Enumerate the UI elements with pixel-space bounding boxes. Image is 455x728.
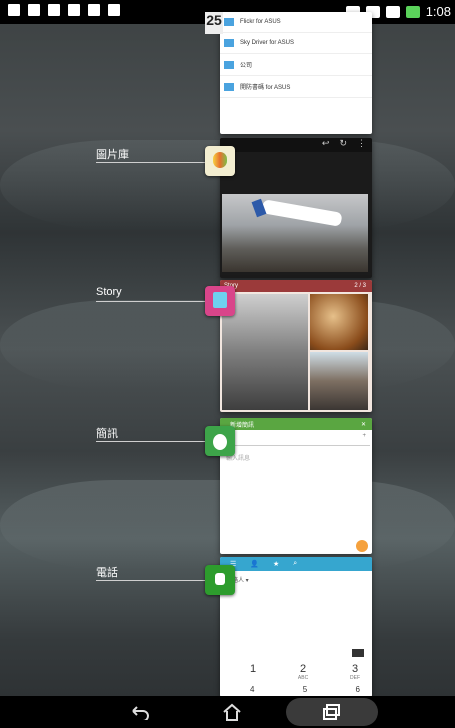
dial-key: 2 ABC — [297, 663, 309, 681]
app-label-story: Story — [96, 286, 122, 298]
chat-bubble-icon — [213, 434, 227, 450]
phone-app-icon[interactable] — [205, 565, 235, 595]
battery-icon — [405, 5, 420, 18]
phone-handset-icon — [215, 573, 225, 585]
messaging-header: 新增簡訊 ✕ — [220, 418, 372, 430]
dial-key: 3 DEF — [350, 663, 360, 681]
backspace-icon — [352, 649, 364, 657]
recipient-field: + — [222, 433, 370, 446]
navigation-bar — [0, 696, 455, 728]
status-left-icons — [8, 4, 120, 16]
balloon-icon — [213, 152, 227, 168]
recent-card-gallery[interactable]: ↩ ↻ ⋮ — [220, 138, 372, 278]
dialer-header: ☰ 👤 ★ ⌕ — [220, 557, 372, 571]
recent-card-messaging[interactable]: 新增簡訊 ✕ + 輸入訊息 — [220, 418, 372, 554]
gallery-toolbar: ↩ ↻ ⋮ — [220, 138, 372, 152]
back-button[interactable] — [126, 700, 154, 724]
list-item: Flickr for ASUS — [220, 12, 372, 33]
contacts-icon: 👤 — [250, 561, 259, 568]
gallery-app-icon[interactable] — [205, 146, 235, 176]
search-icon: ⌕ — [293, 560, 298, 567]
photo-icon — [213, 292, 227, 308]
add-icon: + — [362, 433, 366, 439]
street-photo — [310, 352, 368, 410]
back-icon — [132, 706, 149, 720]
app-label-gallery: 圖片庫 — [96, 149, 129, 161]
sync-icon — [385, 5, 400, 18]
recent-card-top[interactable]: Flickr for ASUS Sky Driver for ASUS 公司 開… — [220, 12, 372, 134]
story-app-icon[interactable] — [205, 286, 235, 316]
plane-shape — [261, 199, 343, 227]
label-leader-line — [96, 580, 206, 581]
more-icon: ⋮ — [357, 138, 366, 148]
recent-card-dialer[interactable]: ☰ 👤 ★ ⌕ 連絡人 ▾ 1 2 ABC 3 DEF 4 5 6 — [220, 557, 372, 697]
emoji-icon — [356, 540, 368, 552]
top-card-tab: 25 — [205, 12, 223, 34]
label-leader-line — [96, 162, 206, 163]
hourglass-icon — [8, 4, 20, 16]
dial-key: 1 — [250, 663, 257, 675]
label-leader-line — [96, 301, 206, 302]
label-leader-line — [96, 441, 206, 442]
clipboard-icon — [108, 4, 120, 16]
home-button[interactable] — [218, 700, 246, 724]
message-hint: 輸入訊息 — [226, 456, 251, 462]
dialpad-row-2: 4 5 6 — [250, 685, 360, 694]
list-item: 開防書碼 for ASUS — [220, 76, 372, 98]
dialpad-row-1: 1 2 ABC 3 DEF — [250, 663, 360, 681]
recents-icon — [323, 704, 340, 720]
redo-icon: ↻ — [339, 138, 347, 148]
recent-card-story[interactable]: Story 2 / 3 — [220, 280, 372, 412]
undo-icon: ↩ — [321, 138, 330, 148]
home-icon — [223, 703, 241, 721]
airplane-photo — [222, 194, 368, 272]
mail-icon — [28, 4, 40, 16]
status-time: 1:08 — [425, 4, 451, 19]
app-label-messaging: 簡訊 — [96, 428, 118, 440]
app-label-phone: 電話 — [96, 567, 118, 579]
story-pager: 2 / 3 — [354, 283, 366, 289]
list-item: 公司 — [220, 54, 372, 76]
messaging-app-icon[interactable] — [205, 426, 235, 456]
recents-button[interactable] — [318, 700, 346, 724]
star-icon: ★ — [273, 561, 280, 568]
close-icon: ✕ — [360, 421, 366, 428]
camera-icon — [68, 4, 80, 16]
warning-icon — [48, 4, 60, 16]
note-icon — [88, 4, 100, 16]
dialer-subtitle: 連絡人 ▾ — [226, 578, 249, 584]
list-item: Sky Driver for ASUS — [220, 33, 372, 54]
story-header: Story 2 / 3 — [220, 280, 372, 292]
food-photo — [310, 294, 368, 350]
